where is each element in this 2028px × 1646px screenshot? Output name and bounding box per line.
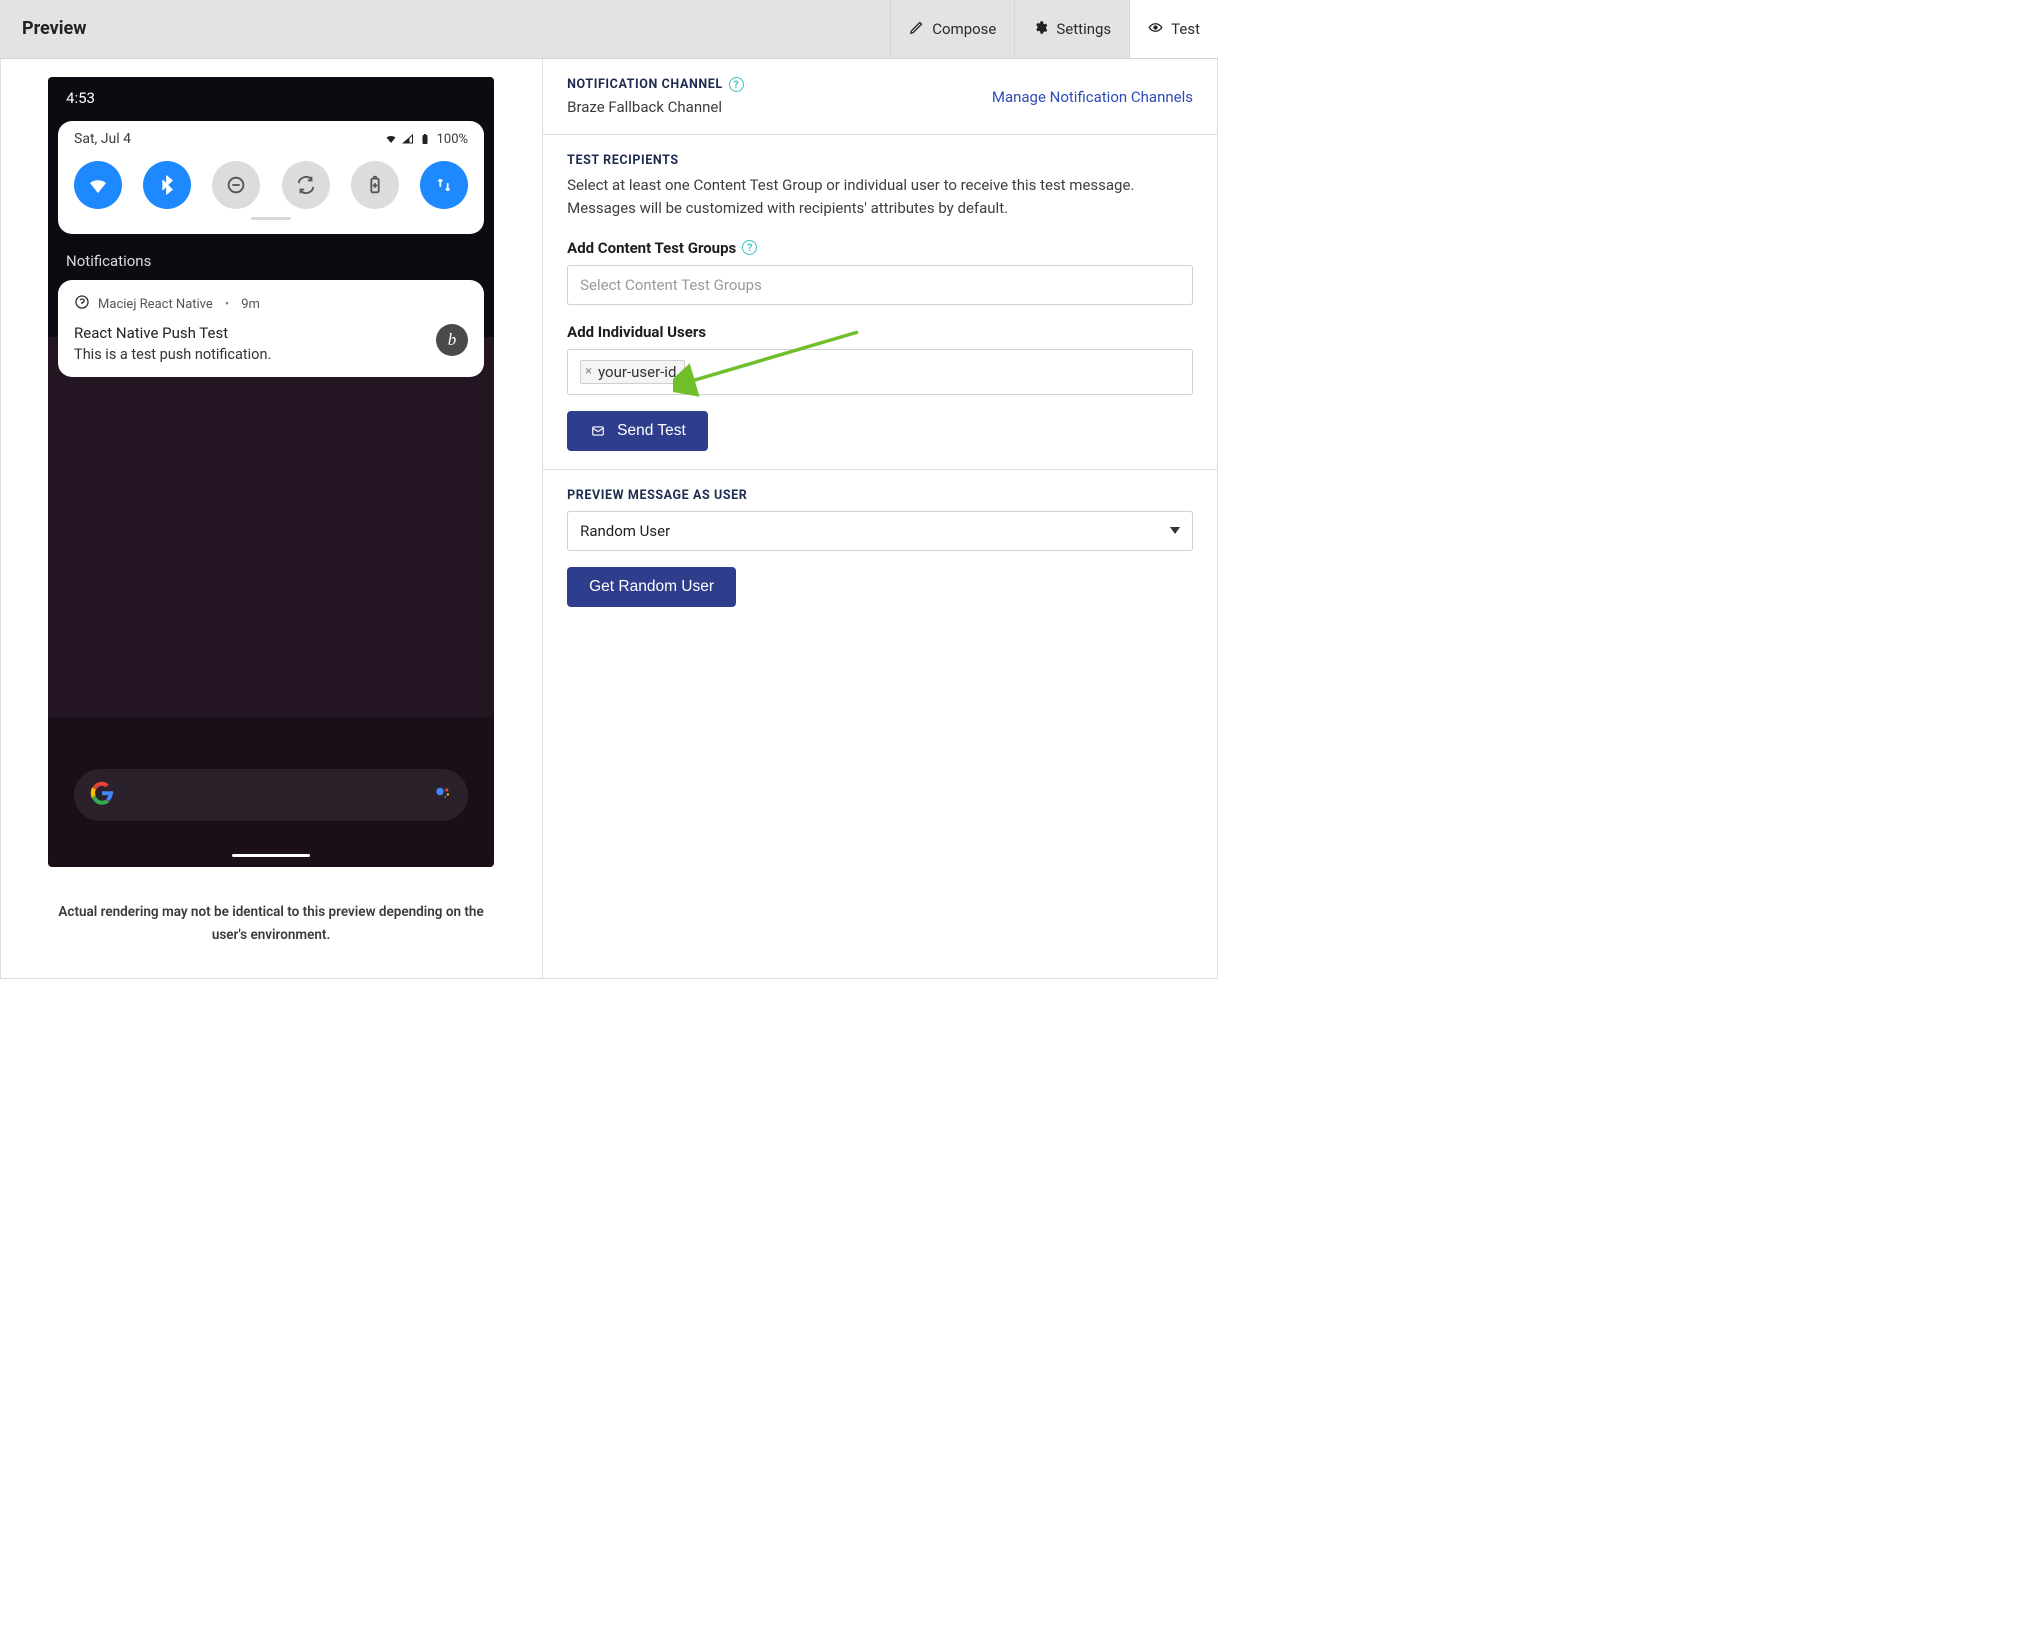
selected-option: Random User: [580, 522, 670, 540]
signal-icon: [401, 133, 415, 145]
tab-label: Compose: [932, 20, 996, 38]
notifications-heading: Notifications: [66, 252, 476, 270]
phone-date: Sat, Jul 4: [74, 131, 131, 147]
notification-large-icon: b: [436, 324, 468, 356]
separator-dot: [221, 297, 233, 312]
recipients-description: Select at least one Content Test Group o…: [567, 174, 1193, 221]
notification-body: This is a test push notification.: [74, 346, 271, 363]
help-icon[interactable]: ?: [729, 77, 744, 92]
phone-mock: 4:53 Sat, Jul 4 100%: [48, 77, 494, 867]
top-bar: Preview Compose Settings Test: [0, 0, 1218, 59]
quick-settings-panel: Sat, Jul 4 100%: [58, 121, 484, 234]
gear-icon: [1033, 20, 1048, 39]
page-title: Preview: [0, 0, 108, 58]
notification-app-name: Maciej React Native: [98, 297, 213, 312]
pencil-icon: [909, 20, 924, 39]
drag-handle: [251, 217, 291, 220]
status-icons: 100%: [384, 132, 468, 147]
help-icon[interactable]: ?: [742, 240, 757, 255]
app-badge-icon: [74, 294, 90, 314]
button-label: Get Random User: [589, 578, 714, 596]
toggle-autorotate: [282, 161, 330, 209]
toggle-batterysaver: [351, 161, 399, 209]
users-field-label: Add Individual Users: [567, 323, 1193, 341]
groups-field-label: Add Content Test Groups ?: [567, 239, 1193, 257]
toggle-dnd: [212, 161, 260, 209]
notification-age: 9m: [241, 297, 260, 312]
battery-icon: [418, 133, 432, 145]
button-label: Send Test: [617, 422, 686, 440]
phone-clock: 4:53: [48, 77, 494, 113]
get-random-user-button[interactable]: Get Random User: [567, 567, 736, 607]
google-logo-icon: [90, 781, 114, 809]
tab-test[interactable]: Test: [1129, 0, 1218, 58]
content-test-groups-input[interactable]: Select Content Test Groups: [567, 265, 1193, 305]
channel-value: Braze Fallback Channel: [567, 98, 744, 116]
toggle-data: [420, 161, 468, 209]
notification-title: React Native Push Test: [74, 324, 271, 342]
battery-percent: 100%: [437, 132, 468, 147]
assistant-icon: [434, 784, 452, 806]
config-pane: Notification Channel ? Braze Fallback Ch…: [542, 59, 1217, 978]
preview-user-select[interactable]: Random User: [567, 511, 1193, 551]
section-test-recipients: Test Recipients Select at least one Cont…: [543, 135, 1217, 470]
home-indicator: [232, 854, 310, 857]
toggle-wifi: [74, 161, 122, 209]
send-test-button[interactable]: Send Test: [567, 411, 708, 451]
tab-label: Settings: [1056, 20, 1111, 38]
preview-as-heading: Preview Message As User: [567, 488, 1193, 503]
manage-channels-link[interactable]: Manage Notification Channels: [992, 88, 1193, 106]
recipients-heading: Test Recipients: [567, 153, 1193, 168]
notification-card: Maciej React Native 9m React Native Push…: [58, 280, 484, 377]
home-search-pill: [74, 769, 468, 821]
tab-label: Test: [1171, 20, 1200, 38]
remove-chip-icon[interactable]: ×: [585, 365, 594, 378]
wifi-icon: [384, 133, 398, 145]
preview-pane: 4:53 Sat, Jul 4 100%: [1, 59, 542, 978]
main-split: 4:53 Sat, Jul 4 100%: [0, 59, 1218, 979]
tab-compose[interactable]: Compose: [890, 0, 1014, 58]
section-notification-channel: Notification Channel ? Braze Fallback Ch…: [543, 59, 1217, 135]
channel-heading: Notification Channel ?: [567, 77, 744, 92]
caret-down-icon: [1170, 527, 1180, 534]
user-chip[interactable]: × your-user-id: [580, 360, 685, 384]
preview-caption: Actual rendering may not be identical to…: [29, 901, 513, 947]
individual-users-input[interactable]: × your-user-id: [567, 349, 1193, 395]
tab-settings[interactable]: Settings: [1014, 0, 1129, 58]
section-preview-as-user: Preview Message As User Random User Get …: [543, 470, 1217, 625]
chip-label: your-user-id: [598, 363, 676, 381]
eye-icon: [1148, 20, 1163, 39]
toggle-bluetooth: [143, 161, 191, 209]
